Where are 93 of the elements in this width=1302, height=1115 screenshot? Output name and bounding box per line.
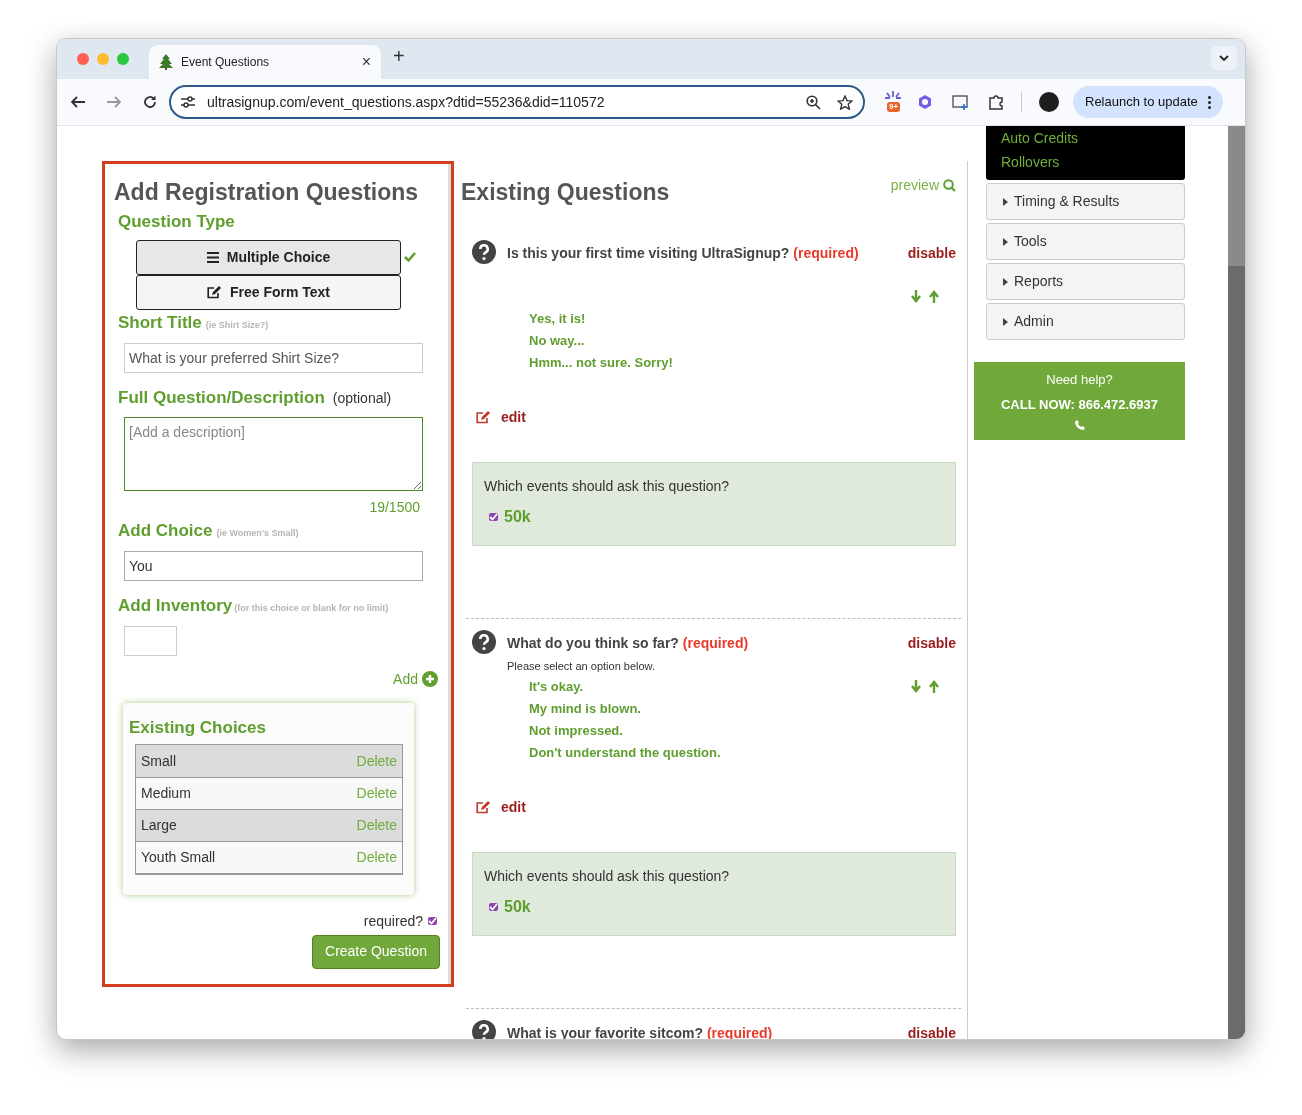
- url-text: ultrasignup.com/event_questions.aspx?dtid=55236&did=110572: [207, 92, 606, 112]
- reload-icon[interactable]: [143, 95, 157, 109]
- tree-icon: [159, 54, 173, 70]
- tab-title: Event Questions: [181, 54, 271, 71]
- section-label: Question Type: [118, 211, 236, 233]
- edit-icon: [476, 800, 491, 814]
- tab-close-button[interactable]: ×: [361, 50, 371, 74]
- disable-link[interactable]: disable: [907, 632, 956, 654]
- checkbox[interactable]: [489, 512, 498, 521]
- question-text: What do you think so far? (required): [507, 633, 750, 653]
- phone-icon: [1074, 420, 1085, 430]
- list-icon: [206, 251, 219, 263]
- events-prompt: Which events should ask this question?: [484, 866, 731, 886]
- site-settings-icon[interactable]: [181, 96, 195, 108]
- description-textarea[interactable]: [Add a description]: [124, 416, 423, 491]
- star-icon[interactable]: [837, 94, 853, 110]
- extension-icon[interactable]: [917, 94, 933, 110]
- short-title-input[interactable]: What is your preferred Shirt Size?: [124, 343, 423, 373]
- help-phone: CALL NOW: 866.472.6937: [1000, 395, 1158, 414]
- disable-link[interactable]: disable: [907, 242, 956, 264]
- choice-name: Medium: [141, 784, 191, 803]
- checkbox[interactable]: [428, 917, 437, 925]
- question-text: Is this your first time visiting UltraSignup? (required): [507, 243, 860, 263]
- question-icon: [472, 239, 496, 264]
- sparkle-extension-icon[interactable]: [883, 91, 903, 101]
- question-type-button[interactable]: Free Form Text: [136, 274, 401, 310]
- sidebar-section[interactable]: Reports: [986, 263, 1185, 300]
- character-counter: 19/1500: [369, 497, 420, 517]
- field-hint: (ie Shirt Size?): [205, 318, 269, 332]
- field-label: Add Choice: [118, 519, 213, 542]
- check-icon: [404, 252, 416, 262]
- down-up-arrows-icon[interactable]: [911, 290, 941, 303]
- required-label: required?: [363, 911, 423, 931]
- menu-link[interactable]: Auto Credits: [1001, 128, 1170, 148]
- choice-name: Youth Small: [141, 848, 216, 867]
- question-type-button[interactable]: Multiple Choice: [136, 239, 401, 275]
- back-arrow-icon[interactable]: [71, 96, 85, 108]
- notification-badge: 9+: [887, 102, 901, 112]
- choice-option: My mind is blown.: [529, 698, 641, 719]
- event-label: 50k: [504, 896, 531, 917]
- event-label: 50k: [504, 506, 531, 527]
- choice-name: Large: [141, 816, 177, 835]
- choice-option: Yes, it is!: [529, 308, 586, 329]
- caret-icon: [1003, 317, 1008, 326]
- down-up-arrows-icon[interactable]: [911, 680, 941, 693]
- edit-link[interactable]: edit: [476, 406, 526, 428]
- browser-tab[interactable]: Event Questions ×: [149, 45, 381, 79]
- card-title: Existing Choices: [129, 716, 267, 739]
- choice-name: Small: [141, 751, 176, 771]
- edit-icon: [206, 285, 222, 299]
- caret-icon: [1003, 197, 1008, 206]
- sidebar-section[interactable]: Tools: [986, 223, 1185, 260]
- forward-arrow-icon[interactable]: [107, 96, 121, 108]
- menu-link[interactable]: Rollovers: [1001, 152, 1170, 172]
- choice-option: Don't understand the question.: [529, 742, 721, 763]
- choice-option: Not impressed.: [529, 720, 623, 741]
- tab-list-button[interactable]: [1211, 46, 1237, 70]
- panel-title: Add Registration Questions: [114, 178, 420, 207]
- optional-note: (optional): [332, 389, 392, 408]
- caret-icon: [1003, 277, 1008, 286]
- choice-option: It's okay.: [529, 676, 584, 697]
- search-icon: [943, 179, 956, 192]
- choice-input[interactable]: You: [124, 551, 423, 581]
- edit-icon: [476, 410, 491, 424]
- relaunch-button[interactable]: Relaunch to update: [1073, 86, 1223, 118]
- field-label: Short Title: [118, 311, 202, 334]
- choice-option: Hmm... not sure. Sorry!: [529, 352, 673, 373]
- sidebar-section[interactable]: Admin: [986, 303, 1185, 340]
- inventory-input[interactable]: [124, 625, 177, 656]
- events-prompt: Which events should ask this question?: [484, 476, 731, 496]
- help-text: Need help?: [1046, 371, 1113, 389]
- address-bar[interactable]: ultrasignup.com/event_questions.aspx?dtid=55236&did=110572: [169, 85, 865, 119]
- sidebar-section[interactable]: Timing & Results: [986, 183, 1185, 220]
- question-description: Please select an option below.: [507, 658, 656, 674]
- screenshot-icon[interactable]: [952, 94, 969, 110]
- question-icon: [472, 629, 496, 654]
- field-hint: (ie Women's Small): [216, 526, 299, 540]
- chevron-down-icon: [1219, 55, 1229, 61]
- field-hint: (for this choice or blank for no limit): [234, 602, 389, 615]
- plus-circle-icon: [422, 671, 438, 687]
- profile-avatar[interactable]: [1039, 92, 1059, 112]
- more-icon: [1207, 95, 1211, 109]
- disable-link[interactable]: disable: [907, 1022, 956, 1039]
- zoom-icon[interactable]: [806, 94, 821, 110]
- section-title: Existing Questions: [461, 178, 670, 207]
- puzzle-icon[interactable]: [988, 94, 1004, 110]
- field-label: Add Inventory: [118, 595, 233, 617]
- edit-link[interactable]: edit: [476, 796, 526, 818]
- choice-option: No way...: [529, 330, 585, 351]
- caret-icon: [1003, 237, 1008, 246]
- new-tab-button[interactable]: +: [393, 41, 405, 71]
- field-label: Full Question/Description: [118, 387, 325, 409]
- checkbox[interactable]: [489, 902, 498, 911]
